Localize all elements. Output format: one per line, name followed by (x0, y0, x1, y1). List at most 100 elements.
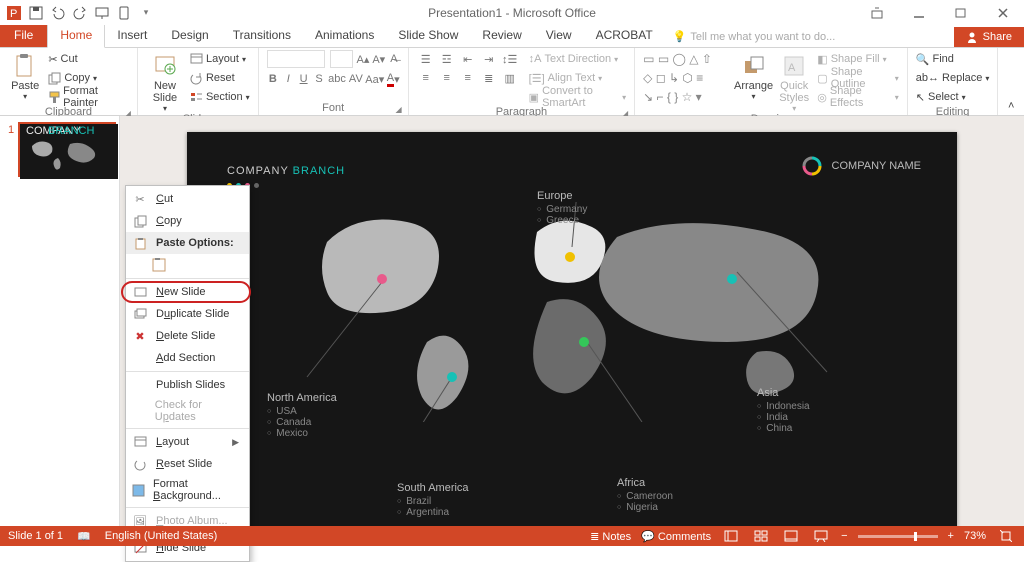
zoom-in-icon[interactable]: + (948, 530, 954, 542)
collapse-ribbon-icon[interactable]: ˄ (998, 48, 1024, 115)
font-color-button[interactable]: A▾ (387, 70, 400, 88)
indent-inc-icon[interactable]: ⇥ (480, 50, 498, 68)
tab-design[interactable]: Design (159, 24, 220, 47)
text-direction-button[interactable]: ↕AText Direction▾ (527, 50, 628, 68)
slideshow-view-icon[interactable] (811, 529, 831, 543)
redo-icon[interactable] (70, 3, 90, 23)
ctx-publish-slides[interactable]: Publish Slides (126, 374, 249, 396)
arrange-button[interactable]: Arrange▾ (734, 50, 773, 113)
ctx-duplicate-slide[interactable]: Duplicate Slide (126, 303, 249, 325)
save-icon[interactable] (26, 3, 46, 23)
layout-button[interactable]: Layout▾ (188, 50, 252, 68)
format-painter-button[interactable]: Format Painter (46, 88, 131, 106)
align-left-icon[interactable]: ≡ (417, 69, 435, 87)
minimize-icon[interactable] (898, 0, 940, 25)
comments-button[interactable]: 💬 Comments (641, 530, 711, 543)
slide-editor[interactable]: COMPANY BRANCH COMPANY NAME (120, 116, 1024, 526)
slide-counter[interactable]: Slide 1 of 1 (8, 530, 63, 542)
ctx-paste-dest[interactable] (126, 254, 249, 276)
company-name[interactable]: COMPANY NAME (802, 156, 921, 176)
notes-button[interactable]: ≣ Notes (590, 530, 631, 543)
italic-button[interactable]: I (282, 70, 294, 88)
tab-transitions[interactable]: Transitions (221, 24, 303, 47)
ctx-copy[interactable]: Copy (126, 210, 249, 232)
tab-acrobat[interactable]: ACROBAT (584, 24, 665, 47)
tab-file[interactable]: File (0, 24, 47, 47)
align-center-icon[interactable]: ≡ (438, 69, 456, 87)
shapes-gallery[interactable]: ▭ ▭ ◯ △ ⇧ ◇ ◻ ↳ ⬡ ≡ ↘ ⌐ { } ☆ ▾ (641, 50, 732, 113)
region-europe[interactable]: Europe GermanyGreece (537, 190, 587, 226)
align-right-icon[interactable]: ≡ (459, 69, 477, 87)
fit-window-icon[interactable] (996, 529, 1016, 543)
slide-thumbnail-1[interactable]: 1 COMPANYBRANCH (8, 122, 111, 177)
tab-animations[interactable]: Animations (303, 24, 386, 47)
ctx-cut[interactable]: ✂Cut (126, 188, 249, 210)
pin-sa[interactable] (447, 372, 457, 382)
select-button[interactable]: ↖Select▾ (914, 88, 992, 106)
share-button[interactable]: Share (954, 27, 1024, 47)
region-south-america[interactable]: South America BrazilArgentina (397, 482, 469, 518)
cut-button[interactable]: ✂Cut (46, 50, 131, 68)
region-africa[interactable]: Africa CameroonNigeria (617, 477, 673, 513)
region-north-america[interactable]: North America USACanadaMexico (267, 392, 337, 439)
shrink-font-icon[interactable]: A▾ (372, 50, 385, 68)
case-button[interactable]: Aa▾ (366, 70, 384, 88)
tab-insert[interactable]: Insert (105, 24, 159, 47)
language-status[interactable]: English (United States) (105, 530, 218, 542)
dialog-launcher-icon[interactable]: ◢ (396, 105, 402, 114)
pin-eu[interactable] (565, 252, 575, 262)
close-icon[interactable] (982, 0, 1024, 25)
tab-home[interactable]: Home (47, 23, 105, 48)
pin-af[interactable] (579, 337, 589, 347)
bullets-icon[interactable]: ☰ (417, 50, 435, 68)
reset-button[interactable]: Reset (188, 69, 252, 87)
line-spacing-icon[interactable]: ↕☰ (501, 50, 519, 68)
underline-button[interactable]: U (297, 70, 309, 88)
touchmode-icon[interactable] (114, 3, 134, 23)
zoom-slider[interactable] (858, 535, 938, 538)
columns-icon[interactable]: ▥ (501, 69, 519, 87)
tab-review[interactable]: Review (470, 24, 533, 47)
reading-view-icon[interactable] (781, 529, 801, 543)
pin-as[interactable] (727, 274, 737, 284)
ctx-new-slide[interactable]: New Slide (126, 281, 249, 303)
clear-format-icon[interactable]: A̶ (388, 50, 399, 68)
spellcheck-icon[interactable]: 📖 (77, 530, 91, 543)
justify-icon[interactable]: ≣ (480, 69, 498, 87)
tab-view[interactable]: View (534, 24, 584, 47)
find-button[interactable]: 🔍Find (914, 50, 992, 68)
numbering-icon[interactable]: ☲ (438, 50, 456, 68)
indent-dec-icon[interactable]: ⇤ (459, 50, 477, 68)
ctx-layout[interactable]: Layout▶ (126, 431, 249, 453)
quick-styles-button[interactable]: AQuick Styles▾ (775, 50, 813, 113)
grow-font-icon[interactable]: A▴ (356, 50, 369, 68)
ctx-reset-slide[interactable]: Reset Slide (126, 453, 249, 475)
strike-button[interactable]: S (313, 70, 325, 88)
region-asia[interactable]: Asia IndonesiaIndiaChina (757, 387, 810, 434)
start-slideshow-icon[interactable] (92, 3, 112, 23)
ctx-delete-slide[interactable]: ✖Delete Slide (126, 325, 249, 347)
shape-effects-button[interactable]: ◎Shape Effects▾ (815, 88, 901, 106)
zoom-out-icon[interactable]: − (841, 530, 847, 542)
qat-customize-icon[interactable]: ▾ (136, 3, 156, 23)
bold-button[interactable]: B (267, 70, 279, 88)
ctx-add-section[interactable]: Add Section (126, 347, 249, 369)
zoom-value[interactable]: 73% (964, 530, 986, 542)
normal-view-icon[interactable] (721, 529, 741, 543)
section-button[interactable]: Section▾ (188, 88, 252, 106)
pin-na[interactable] (377, 274, 387, 284)
spacing-button[interactable]: AV (349, 70, 363, 88)
undo-icon[interactable] (48, 3, 68, 23)
slide-canvas[interactable]: COMPANY BRANCH COMPANY NAME (187, 132, 957, 532)
replace-button[interactable]: ab↔Replace▾ (914, 69, 992, 87)
tell-me-input[interactable]: 💡Tell me what you want to do... (665, 26, 844, 47)
new-slide-button[interactable]: New Slide▾ (144, 50, 186, 113)
sorter-view-icon[interactable] (751, 529, 771, 543)
maximize-icon[interactable] (940, 0, 982, 25)
shadow-button[interactable]: abc (328, 70, 346, 88)
ribbon-display-icon[interactable] (856, 0, 898, 25)
convert-smartart-button[interactable]: ▣Convert to SmartArt▾ (527, 88, 628, 106)
paste-button[interactable]: Paste▾ (6, 50, 44, 106)
ctx-format-background[interactable]: Format Background... (126, 475, 249, 505)
tab-slideshow[interactable]: Slide Show (386, 24, 470, 47)
